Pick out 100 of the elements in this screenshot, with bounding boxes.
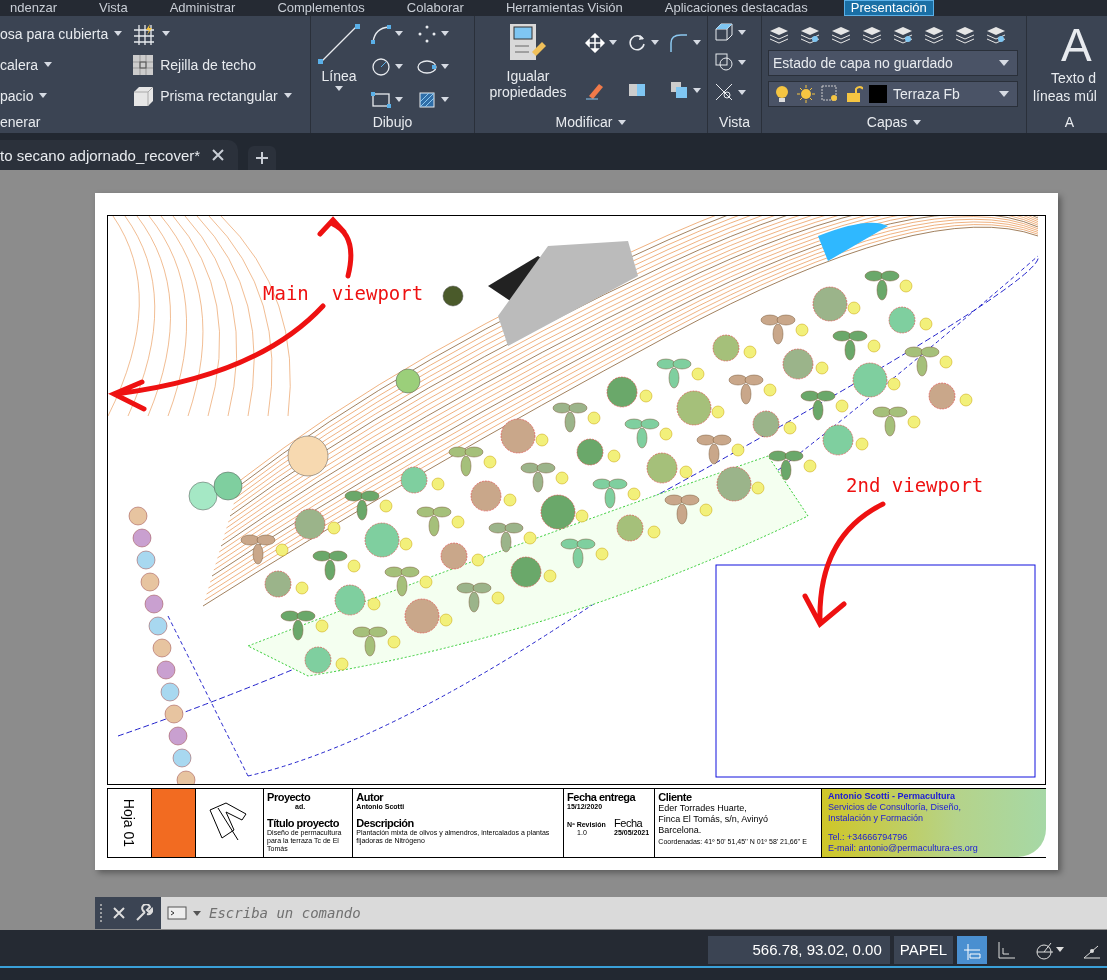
text-tool-glyph[interactable]: A <box>1033 22 1092 68</box>
grid-icon[interactable] <box>132 22 157 45</box>
field-heading: Fecha entrega <box>567 791 637 803</box>
panel-title[interactable]: Vista <box>719 114 750 130</box>
dropdown-caret-icon[interactable] <box>738 89 746 95</box>
layer-dropdown[interactable]: Terraza Fb <box>768 81 1018 107</box>
command-line-bar[interactable]: Escriba un comando <box>161 897 1107 929</box>
annotation-label: Main viewport <box>263 282 424 304</box>
dropdown-caret-icon[interactable] <box>441 64 449 69</box>
company-name: Antonio Scotti - Permacultura <box>828 791 956 802</box>
viewport-sun-icon <box>821 85 839 103</box>
tool-button[interactable]: Prisma rectangular <box>160 87 278 104</box>
shapes-icon[interactable] <box>714 52 734 72</box>
dropdown-caret-icon[interactable] <box>609 40 617 46</box>
ribbon-tab[interactable]: Presentación <box>843 0 934 16</box>
points-icon[interactable] <box>417 23 437 44</box>
dropdown-caret-icon[interactable] <box>693 40 701 46</box>
panel-title[interactable]: A <box>1064 114 1075 130</box>
panel-title[interactable]: Dibujo <box>372 114 413 130</box>
close-icon[interactable] <box>212 149 225 161</box>
line-tool-button[interactable]: Línea <box>321 68 357 84</box>
ribbon-tab[interactable]: Administrar <box>163 0 242 16</box>
dropdown-caret-icon[interactable] <box>693 87 701 93</box>
dropdown-caret-icon[interactable] <box>395 31 403 36</box>
move-icon[interactable] <box>585 32 605 53</box>
zoom-extents-icon[interactable] <box>714 82 734 102</box>
client-address-line: Finca El Tomás, s/n, Avinyó <box>658 814 770 825</box>
rectangle-icon[interactable] <box>371 89 391 110</box>
document-tab[interactable]: to secano adjornado_recover* <box>0 140 239 170</box>
dropdown-caret-icon[interactable] <box>395 64 403 69</box>
dropdown-caret-icon[interactable] <box>39 93 48 98</box>
panel-title[interactable]: enerar <box>0 114 41 130</box>
dropdown-caret-icon[interactable] <box>395 97 403 102</box>
dropdown-caret-icon[interactable] <box>738 29 746 35</box>
match-properties-button[interactable]: Igualar propiedades <box>481 68 575 100</box>
dropdown-caret-icon[interactable] <box>999 91 1009 97</box>
dropdown-caret-icon[interactable] <box>44 62 53 67</box>
dropdown-caret-icon[interactable] <box>441 31 449 36</box>
field-heading: Descripción <box>356 817 414 829</box>
copy-icon[interactable] <box>669 80 689 101</box>
cube-view-icon[interactable] <box>714 22 734 42</box>
company-phone: Tel.: +34666794796 <box>828 832 909 843</box>
rotate-icon[interactable] <box>627 32 647 53</box>
client-address-line: Barcelona. <box>658 825 703 836</box>
panel-title[interactable]: Capas <box>866 114 908 130</box>
drag-handle-icon[interactable] <box>99 903 103 923</box>
field-heading: Cliente <box>658 791 693 803</box>
field-heading: Proyecto <box>267 791 312 803</box>
paper-space-toggle[interactable]: PAPEL <box>893 935 953 964</box>
layer-color-swatch <box>869 85 887 103</box>
close-icon[interactable] <box>113 907 125 919</box>
status-toggle[interactable] <box>957 935 987 964</box>
new-tab-button[interactable] <box>248 146 277 170</box>
dropdown-caret-icon[interactable] <box>114 31 123 36</box>
sun-icon <box>797 85 815 103</box>
circle-icon[interactable] <box>371 56 391 77</box>
dropdown-caret-icon[interactable] <box>283 93 292 98</box>
tool-button[interactable]: calera <box>0 56 39 73</box>
ortho-icon <box>996 939 1016 960</box>
multiline-text-button[interactable]: Texto d <box>1033 70 1097 86</box>
ribbon-tab[interactable]: Aplicaciones destacadas <box>658 0 814 16</box>
line-icon[interactable] <box>317 22 361 66</box>
fillet-icon[interactable] <box>669 32 689 53</box>
coordinates-readout: 566.78, 93.02, 0.00 <box>708 935 890 964</box>
tool-button[interactable]: pacio <box>0 87 34 104</box>
hatch-icon[interactable] <box>417 89 437 110</box>
arc-icon[interactable] <box>371 23 391 44</box>
tool-button[interactable]: osa para cubierta <box>0 25 109 42</box>
layer-state-dropdown[interactable]: Estado de capa no guardado <box>768 50 1018 76</box>
ceiling-grid-icon[interactable] <box>132 53 155 76</box>
sheet-label: Hoja 01 <box>121 798 138 848</box>
tool-button[interactable]: Rejilla de techo <box>160 56 256 73</box>
lightbulb-icon <box>773 85 791 103</box>
dropdown-caret-icon[interactable] <box>999 60 1009 66</box>
dropdown-caret-icon[interactable] <box>441 97 449 102</box>
wrench-icon[interactable] <box>135 904 153 922</box>
dropdown-caret-icon[interactable] <box>651 40 659 46</box>
dropdown-caret-icon[interactable] <box>738 59 746 65</box>
dropdown-caret-icon[interactable] <box>913 119 922 125</box>
dropdown-caret-icon[interactable] <box>1056 947 1064 952</box>
multiline-text-button[interactable]: líneas múl <box>1033 88 1097 104</box>
console-icon[interactable] <box>167 906 187 920</box>
box-icon[interactable] <box>132 84 155 107</box>
dropdown-caret-icon[interactable] <box>618 119 627 125</box>
annotation-label: 2nd viewport <box>846 474 984 496</box>
field-heading: Autor <box>356 791 385 803</box>
ribbon-tab[interactable]: Colaborar <box>400 0 470 16</box>
dropdown-caret-icon[interactable] <box>193 910 201 916</box>
ribbon-tab[interactable]: Herramientas Visión <box>499 0 629 16</box>
ribbon-tab[interactable]: Vista <box>93 0 134 16</box>
dropdown-caret-icon[interactable] <box>335 86 343 91</box>
ribbon-tab[interactable]: ndenzar <box>4 0 63 16</box>
plus-icon <box>256 152 269 164</box>
panel-title[interactable]: Modificar <box>555 114 613 130</box>
ribbon-tab[interactable]: Complementos <box>271 0 371 16</box>
client-address-line: Eder Torrades Huarte, <box>658 803 748 814</box>
dropdown-caret-icon[interactable] <box>162 31 171 36</box>
company-email: E-mail: antonio@permacultura-es.org <box>828 843 979 854</box>
field-heading: Título proyecto <box>267 817 339 829</box>
field-heading: Fecha <box>614 817 644 829</box>
